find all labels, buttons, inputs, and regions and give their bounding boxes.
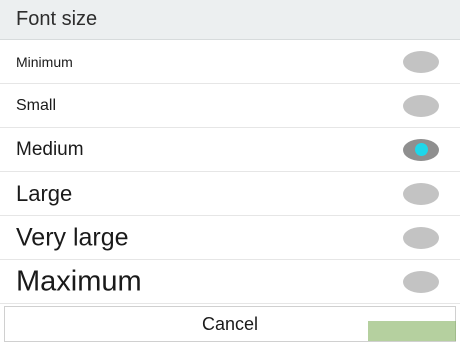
option-small[interactable]: Small: [0, 84, 460, 128]
option-label: Medium: [16, 138, 84, 160]
radio-button-icon[interactable]: [403, 270, 439, 293]
dialog-header: Font size: [0, 0, 460, 40]
option-label: Very large: [16, 223, 129, 251]
option-large[interactable]: Large: [0, 172, 460, 216]
option-label: Minimum: [16, 53, 73, 70]
option-minimum[interactable]: Minimum: [0, 40, 460, 84]
wikihow-watermark-logo: [368, 321, 456, 341]
radio-button-icon[interactable]: [403, 182, 439, 205]
dialog-title: Font size: [16, 8, 98, 30]
radio-button-icon[interactable]: [403, 226, 439, 249]
option-label: Large: [16, 180, 73, 206]
font-size-dialog: Font size Minimum Small Medium Large Ver…: [0, 0, 460, 345]
radio-button-selected-icon[interactable]: [403, 138, 439, 161]
font-size-options: Minimum Small Medium Large Very large Ma…: [0, 40, 460, 304]
radio-button-icon[interactable]: [403, 94, 439, 117]
option-label: Maximum: [16, 265, 142, 297]
radio-button-icon[interactable]: [403, 50, 439, 73]
option-label: Small: [16, 96, 57, 114]
option-maximum[interactable]: Maximum: [0, 260, 460, 304]
option-very-large[interactable]: Very large: [0, 216, 460, 260]
option-medium[interactable]: Medium: [0, 128, 460, 172]
